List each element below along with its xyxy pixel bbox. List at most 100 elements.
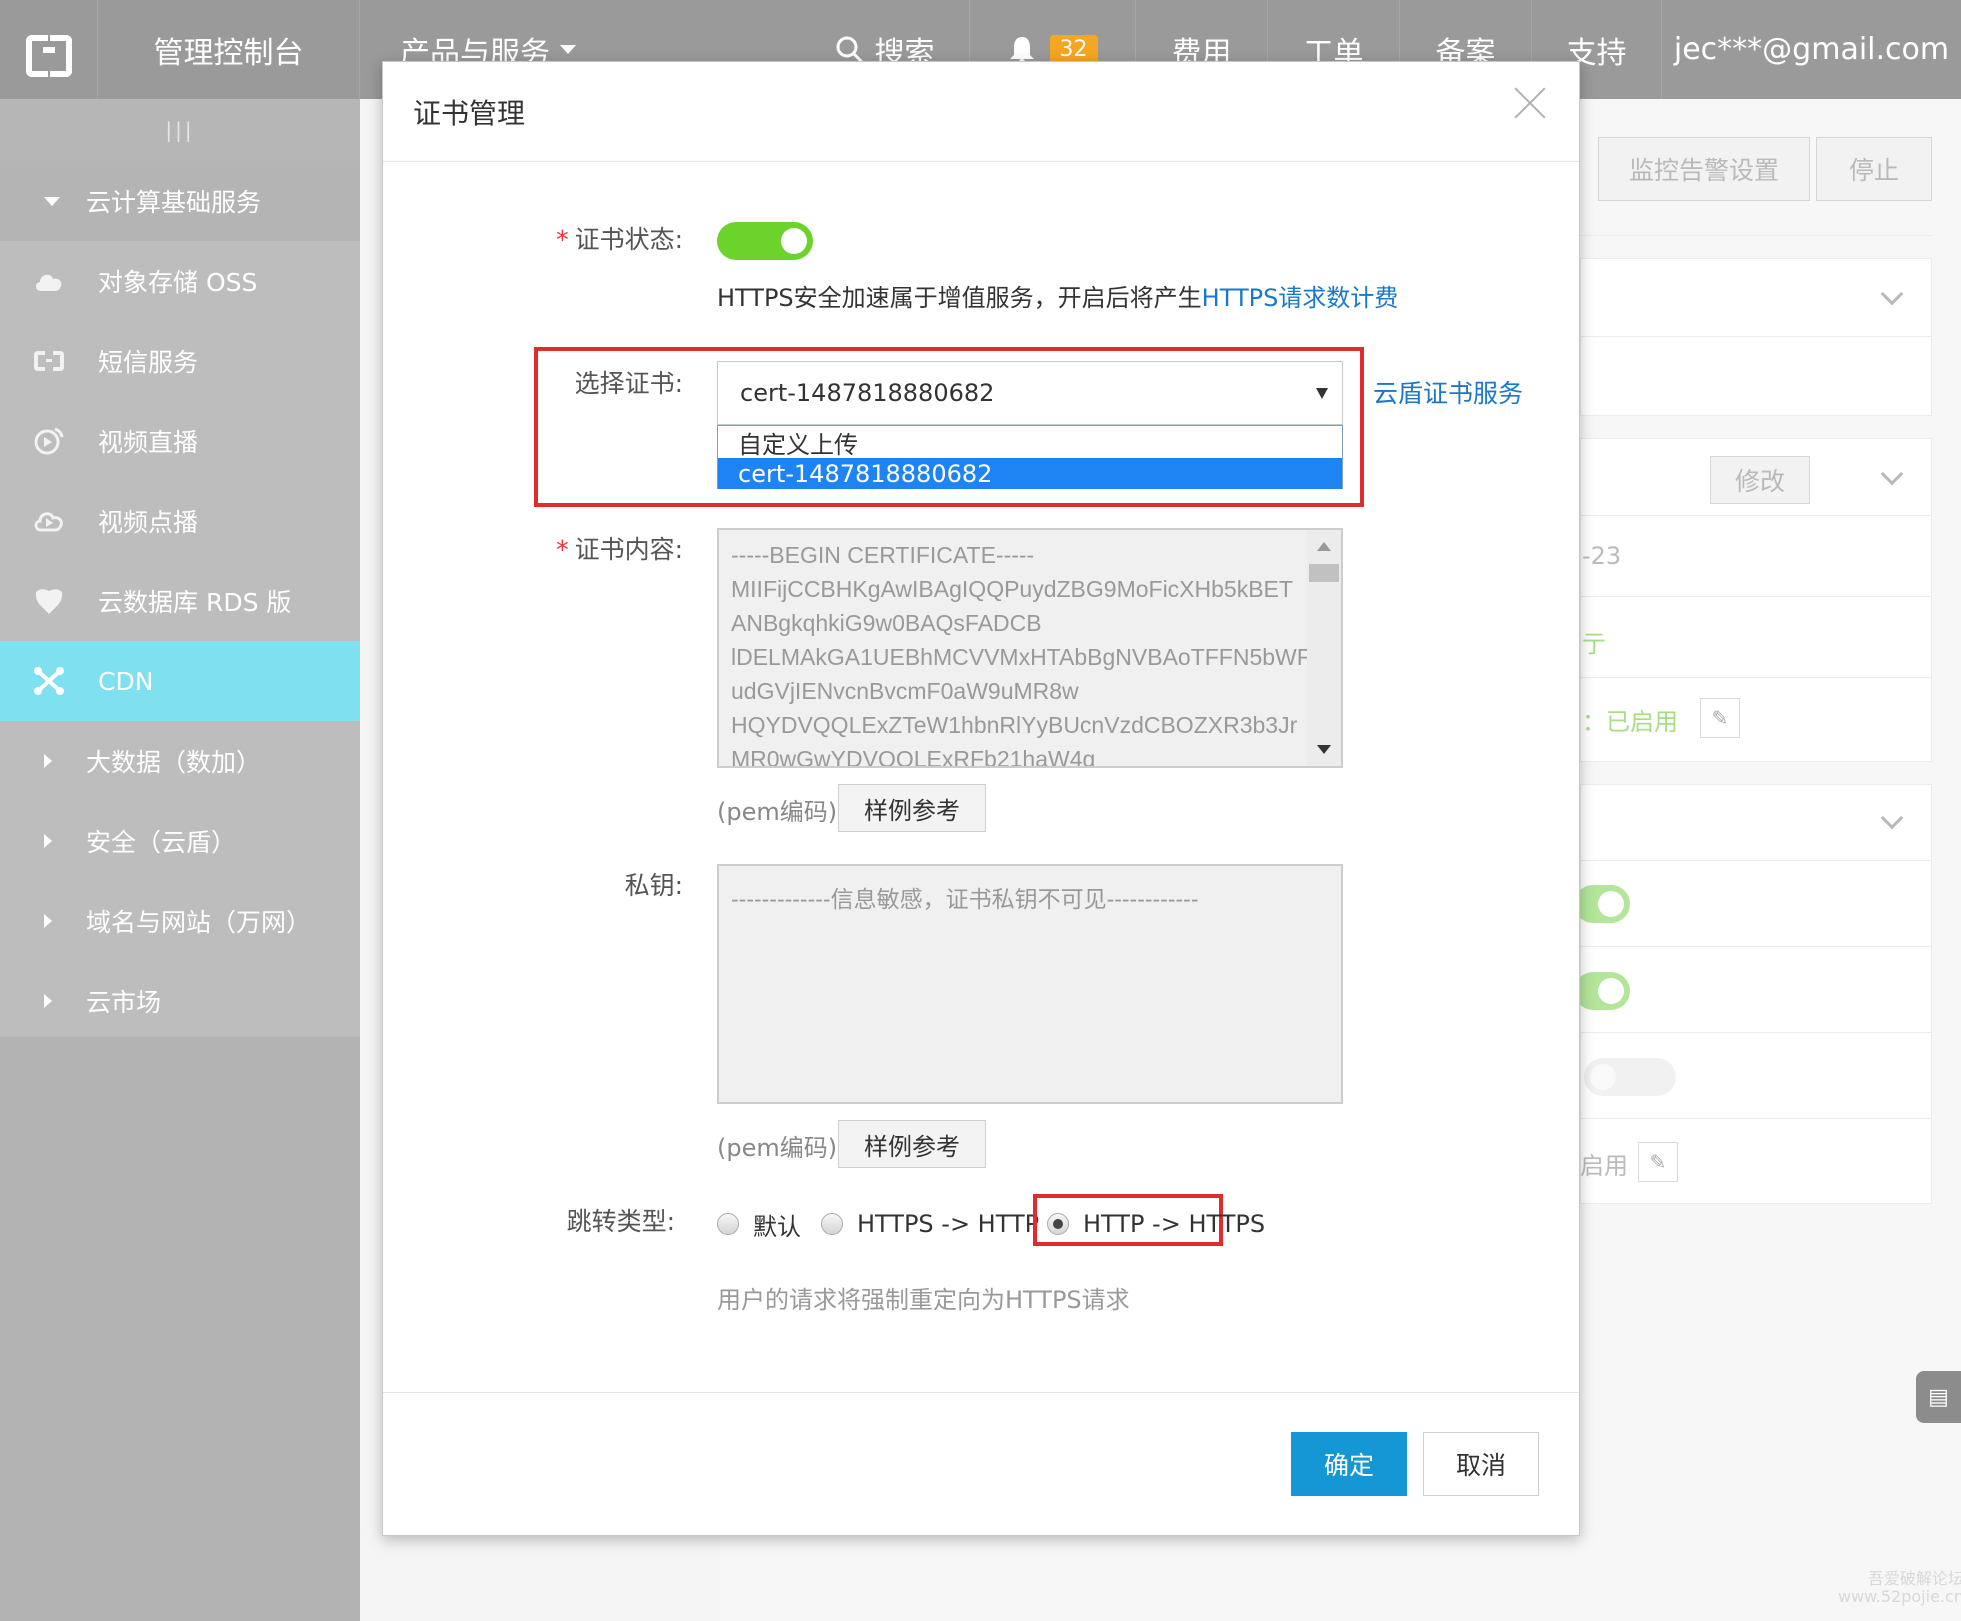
bell-icon (1009, 36, 1034, 65)
caret-right-icon (44, 834, 52, 848)
caret-right-icon (44, 994, 52, 1008)
watermark-line: 吾爱破解论坛 (1867, 1569, 1961, 1588)
cert-line: -----BEGIN CERTIFICATE----- (731, 542, 1035, 568)
sidebar-item-rds[interactable]: 云数据库 RDS 版 (0, 561, 360, 641)
radio-https-to-http[interactable]: HTTPS -> HTTP (821, 1204, 1039, 1244)
logo[interactable] (0, 0, 98, 99)
stop-button[interactable]: 停止 (1816, 137, 1932, 201)
https-hint-text: HTTPS安全加速属于增值服务，开启后将产生 (717, 284, 1202, 312)
database-icon (32, 586, 66, 616)
cert-content-textarea[interactable]: -----BEGIN CERTIFICATE----- MIIFijCCBHKg… (717, 528, 1343, 768)
cert-line: MIIFijCCBHKgAwIBAgIQQPuydZBG9MoFicXHb5kB… (731, 576, 1293, 602)
sidebar-item-sms[interactable]: 短信服务 (0, 321, 360, 401)
radio-http-to-https[interactable]: HTTP -> HTTPS (1047, 1204, 1265, 1244)
sidebar-item-cdn[interactable]: CDN (0, 641, 360, 721)
sidebar-item-vod[interactable]: 视频点播 (0, 481, 360, 561)
sidebar-group-label: 云市场 (86, 988, 162, 1017)
sidebar-handle-icon: ||| (165, 118, 195, 142)
close-icon[interactable] (1513, 86, 1547, 120)
scroll-up-icon[interactable] (1317, 542, 1331, 551)
cert-select[interactable]: cert-1487818880682 (717, 361, 1343, 425)
radio-label: HTTPS -> HTTP (857, 1210, 1040, 1238)
modify-label: 修改 (1734, 467, 1785, 496)
caret-down-icon (44, 196, 60, 206)
caret-right-icon (44, 754, 52, 768)
user-email: jec***@gmail.com (1673, 32, 1950, 67)
modify-button[interactable]: 修改 (1710, 456, 1810, 504)
status-prefix: ： (1582, 708, 1606, 736)
radio-circle (821, 1213, 843, 1235)
https-hint: HTTPS安全加速属于增值服务，开启后将产生HTTPS请求数计费 (717, 278, 1398, 313)
sidebar-group-security[interactable]: 安全（云盾） (0, 801, 360, 881)
scroll-thumb[interactable] (1309, 564, 1339, 582)
cert-line: ANBgkqhkiG9w0BAQsFADCB (731, 610, 1042, 636)
select-cert-label: 选择证书: (574, 369, 683, 398)
caret-right-icon (44, 914, 52, 928)
dropdown-arrow-icon (1316, 388, 1328, 399)
cert-status-toggle[interactable] (717, 222, 813, 260)
cert-example-button[interactable]: 样例参考 (838, 784, 986, 832)
private-key-placeholder: -------------信息敏感，证书私钥不可见------------ (731, 886, 1199, 912)
sidebar-collapse-handle[interactable]: ||| (0, 99, 360, 161)
user-menu[interactable]: jec***@gmail.com (1662, 0, 1961, 99)
monitor-alert-label: 监控告警设置 (1628, 156, 1779, 185)
redirect-hint: 用户的请求将强制重定向为HTTPS请求 (717, 1286, 1130, 1314)
edit-button[interactable]: ✎ (1638, 1142, 1678, 1182)
sidebar-item-label: 视频点播 (98, 508, 199, 537)
console-label: 管理控制台 (153, 35, 304, 71)
pem-encoding-label: (pem编码) (717, 798, 838, 826)
sidebar-group-bigdata[interactable]: 大数据（数加） (0, 721, 360, 801)
divider (1580, 596, 1932, 597)
cert-line: HQYDVQQLExZTeW1hbnRlYyBUcnVzdCBOZXR3b3Jr (731, 712, 1298, 738)
monitor-alert-button[interactable]: 监控告警设置 (1598, 137, 1810, 201)
private-key-textarea[interactable]: -------------信息敏感，证书私钥不可见------------ (717, 864, 1343, 1104)
https-billing-link[interactable]: HTTPS请求数计费 (1202, 284, 1399, 312)
cert-content-label-text: 证书内容: (574, 535, 683, 564)
sidebar-group-market[interactable]: 云市场 (0, 961, 360, 1041)
toggle-switch[interactable] (1584, 1058, 1676, 1096)
sidebar-group-label: 安全（云盾） (86, 828, 237, 857)
divider (1580, 1118, 1932, 1119)
sidebar-group-cloud-basic[interactable]: 云计算基础服务 (0, 161, 360, 241)
live-video-icon (32, 426, 66, 456)
toggle-switch[interactable] (1574, 972, 1630, 1010)
divider (1580, 946, 1932, 947)
sidebar-item-oss[interactable]: 对象存储 OSS (0, 241, 360, 321)
vod-icon (32, 506, 66, 536)
radio-label: HTTP -> HTTPS (1083, 1210, 1266, 1238)
edit-button[interactable]: ✎ (1700, 698, 1740, 738)
console-link[interactable]: 管理控制台 (98, 0, 360, 99)
cancel-label: 取消 (1455, 1451, 1506, 1480)
textarea-scrollbar[interactable] (1307, 530, 1341, 766)
shield-cert-link[interactable]: 云盾证书服务 (1373, 374, 1523, 410)
divider (1580, 336, 1932, 337)
cloud-icon (32, 266, 66, 296)
sidebar-item-label: CDN (98, 666, 154, 696)
key-example-button[interactable]: 样例参考 (838, 1120, 986, 1168)
divider (1580, 1032, 1932, 1033)
sidebar-group-label: 大数据（数加） (86, 748, 262, 777)
sidebar-item-live[interactable]: 视频直播 (0, 401, 360, 481)
radio-circle (717, 1213, 739, 1235)
certificate-dialog: 证书管理 * 证书状态: HTTPS安全加速属于增值服务，开启后将产生HTTPS请… (382, 61, 1580, 1536)
dropdown-option-custom-upload[interactable]: 自定义上传 (718, 427, 1342, 459)
dropdown-option-cert[interactable]: cert-1487818880682 (718, 458, 1342, 489)
chat-icon: ▤ (1928, 1384, 1949, 1410)
toggle-switch[interactable] (1574, 885, 1630, 923)
sidebar-item-label: 短信服务 (98, 348, 199, 377)
feedback-button[interactable]: ▤ (1916, 1371, 1961, 1423)
confirm-label: 确定 (1323, 1451, 1374, 1480)
scroll-down-icon[interactable] (1317, 745, 1331, 754)
date-fragment: -23 (1582, 542, 1622, 570)
chevron-down-icon (560, 45, 576, 54)
radio-default[interactable]: 默认 (717, 1204, 801, 1244)
private-key-label: 私钥: (624, 871, 683, 900)
cdn-icon (32, 666, 66, 696)
search-icon (836, 36, 863, 63)
confirm-button[interactable]: 确定 (1291, 1432, 1407, 1496)
sidebar-group-domain[interactable]: 域名与网站（万网） (0, 881, 360, 961)
sidebar: ||| 云计算基础服务 对象存储 OSS 短信服务 视频直播 视频点播 云数据库… (0, 99, 360, 1621)
cancel-button[interactable]: 取消 (1423, 1432, 1539, 1496)
footer-divider (383, 1392, 1579, 1393)
pencil-icon: ✎ (1649, 1150, 1667, 1174)
